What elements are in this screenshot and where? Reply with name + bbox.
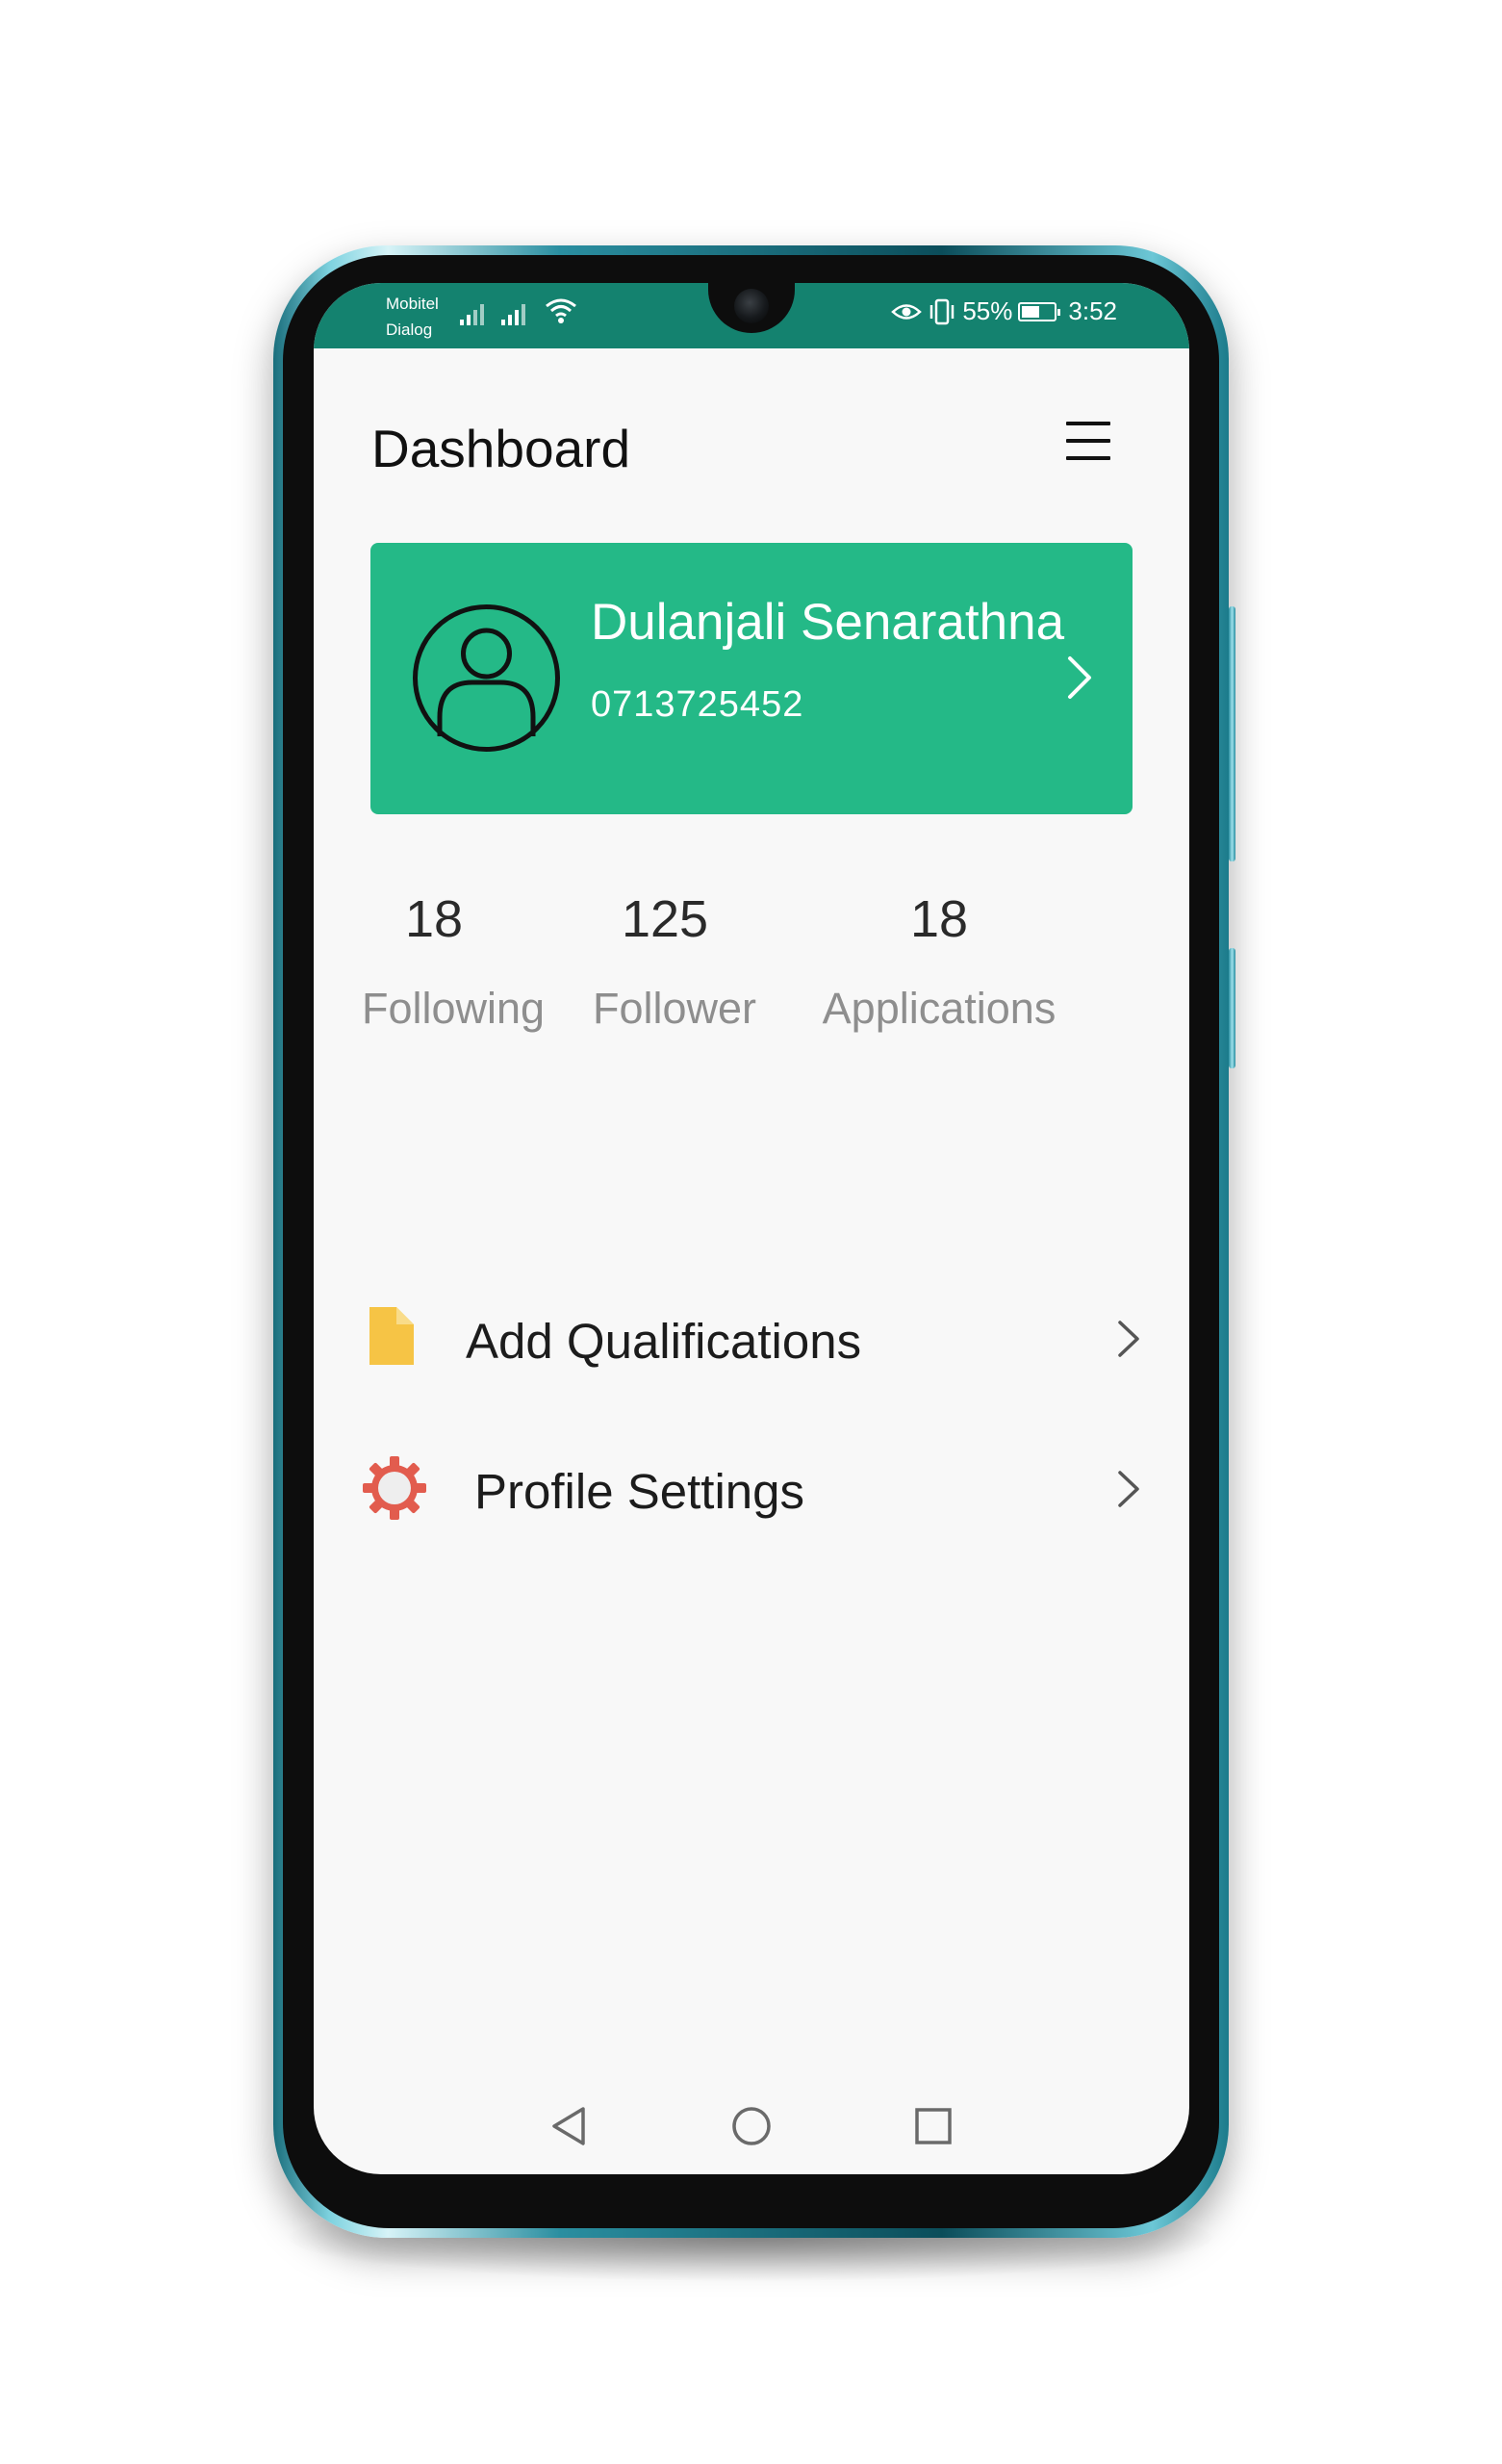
clock: 3:52: [1068, 296, 1117, 325]
item-label: Add Qualifications: [466, 1314, 862, 1369]
battery-fill: [1022, 305, 1040, 318]
signal-bars-sim1: [460, 300, 484, 325]
eye-comfort-icon: [891, 303, 923, 320]
hamburger-menu-icon[interactable]: [1066, 422, 1110, 466]
profile-name: Dulanjali Senarathna: [591, 594, 1065, 651]
navigation-bar: [314, 2078, 1189, 2174]
phone-screen: Mobitel Dialog 55% 3:52 Dashboard Dulanj…: [314, 283, 1189, 2174]
stat-following[interactable]: 18 Following: [362, 889, 546, 1034]
carrier-1: Mobitel: [386, 295, 439, 313]
home-icon[interactable]: [730, 2105, 773, 2147]
power-button: [1229, 948, 1235, 1068]
carrier-names: Mobitel Dialog: [386, 291, 439, 343]
volume-button: [1229, 606, 1235, 861]
battery-icon: [1018, 301, 1061, 321]
stat-value: 125: [621, 890, 709, 948]
stat-label: Following: [362, 984, 546, 1033]
profile-settings-item[interactable]: Profile Settings: [363, 1434, 1141, 1540]
signal-bars-sim2: [501, 300, 525, 325]
chevron-right-icon: [1068, 656, 1091, 699]
back-icon[interactable]: [548, 2105, 591, 2147]
document-icon: [369, 1307, 414, 1365]
user-avatar-icon: [413, 604, 560, 752]
stat-value: 18: [404, 890, 464, 948]
front-camera: [734, 289, 769, 323]
carrier-2: Dialog: [386, 321, 433, 339]
signal-icon: [460, 300, 525, 325]
battery-percent: 55%: [962, 296, 1013, 325]
profile-card[interactable]: Dulanjali Senarathna 0713725452: [370, 543, 1133, 814]
item-label: Profile Settings: [474, 1464, 805, 1519]
stat-follower[interactable]: 125 Follower: [593, 889, 757, 1034]
add-qualifications-item[interactable]: Add Qualifications: [366, 1284, 1141, 1390]
vibrate-icon: [930, 298, 955, 324]
stat-label: Applications: [822, 984, 1056, 1033]
chevron-right-icon: [1118, 1321, 1139, 1357]
stats-row: 18 Following 125 Follower 18 Application…: [314, 889, 1189, 1034]
recent-apps-icon[interactable]: [912, 2105, 955, 2147]
status-indicators: 55% 3:52: [891, 296, 1117, 326]
page-title: Dashboard: [371, 419, 631, 478]
gear-icon: [363, 1456, 426, 1520]
status-bar: Mobitel Dialog 55% 3:52: [314, 283, 1189, 348]
stat-label: Follower: [593, 984, 757, 1033]
wifi-icon: [546, 298, 576, 323]
stat-applications[interactable]: 18 Applications: [819, 889, 1059, 1034]
profile-phone: 0713725452: [591, 684, 804, 725]
stat-value: 18: [909, 890, 969, 948]
chevron-right-icon: [1118, 1471, 1139, 1507]
